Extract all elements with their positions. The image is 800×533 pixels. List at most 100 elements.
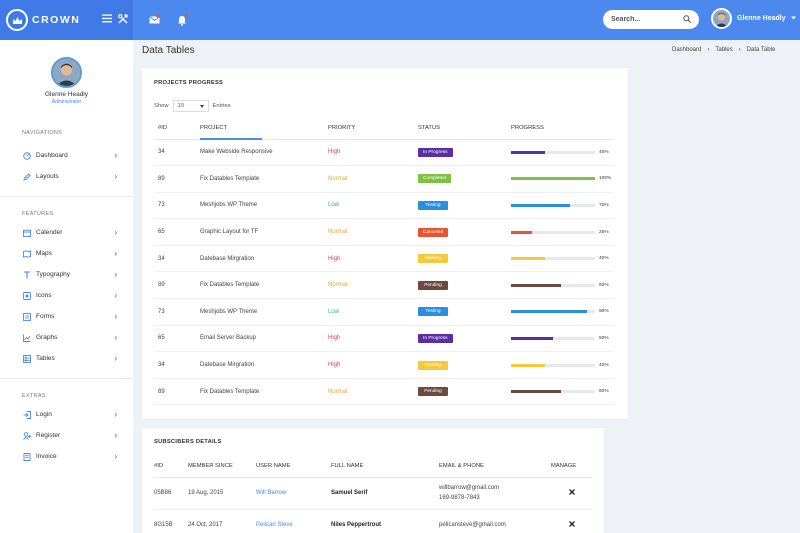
email[interactable]: pelicansteve@gmail.com bbox=[439, 520, 551, 530]
chevron-right-icon: › bbox=[738, 47, 741, 53]
notifications-bell-icon[interactable] bbox=[175, 13, 189, 27]
status-badge: Pending bbox=[418, 280, 448, 290]
chevron-down-icon[interactable] bbox=[790, 15, 796, 22]
sidebar-item-layouts[interactable]: Layouts › bbox=[0, 166, 133, 187]
progress-bar bbox=[511, 336, 595, 340]
table-icon bbox=[22, 354, 31, 363]
icons-icon bbox=[22, 291, 31, 300]
table-row[interactable]: 34 Datebase Mirgration High Waiting 40% bbox=[154, 351, 614, 379]
col-progress[interactable]: PROGRESS bbox=[511, 118, 614, 140]
entries-select[interactable]: 10 bbox=[172, 100, 209, 112]
chevron-right-icon: › bbox=[114, 452, 117, 461]
status-badge: Testing bbox=[418, 307, 448, 317]
table-row[interactable]: 34 Datebase Mirgration High Waiting 40% bbox=[154, 245, 614, 273]
chevron-right-icon: › bbox=[114, 270, 117, 279]
pencil-icon bbox=[22, 172, 31, 181]
cell-status: Canceled bbox=[418, 218, 511, 246]
col-full-name[interactable]: FULL NAME bbox=[331, 456, 439, 478]
cell-member-since: 24 Oct, 2017 bbox=[188, 509, 256, 533]
col-id[interactable]: #ID bbox=[154, 118, 200, 140]
sidebar-item-label: Register bbox=[36, 432, 61, 439]
top-bar: CROWN Glenne Hea bbox=[0, 0, 800, 40]
col-user-name[interactable]: USER NAME bbox=[256, 456, 331, 478]
chevron-right-icon: › bbox=[114, 354, 117, 363]
cell-manage bbox=[551, 477, 592, 510]
table-row[interactable]: 89 Fix Datables Template Normal Completed 10… bbox=[154, 165, 614, 193]
avatar[interactable] bbox=[711, 8, 732, 29]
sidebar-item-label: Login bbox=[36, 411, 52, 418]
cell-project: Fix Datables Template bbox=[200, 165, 328, 193]
cell-user-name[interactable]: Pelican Steve bbox=[256, 509, 331, 533]
table-row[interactable]: 8G15B 24 Oct, 2017 Pelican Steve Niles Pepp… bbox=[154, 509, 592, 533]
sidebar-item-dashboard[interactable]: Dashboard › bbox=[0, 145, 133, 166]
avatar[interactable] bbox=[51, 57, 82, 88]
progress-bar bbox=[511, 390, 595, 394]
table-row[interactable]: 89 Fix Datables Template Normal Pending 60% bbox=[154, 271, 614, 300]
col-project[interactable]: PROJECT bbox=[200, 118, 328, 140]
sidebar-item-tables[interactable]: Tables › bbox=[0, 348, 133, 369]
table-row[interactable]: 05B86 19 Aug, 2015 Will Barrow Samuel Serif… bbox=[154, 477, 592, 510]
cell-project: Graphic Layout for TF bbox=[200, 218, 328, 246]
sidebar-item-login[interactable]: Login › bbox=[0, 404, 133, 425]
cell-user-name[interactable]: Will Barrow bbox=[256, 477, 331, 510]
card-title: PROJECTS PROGRESS bbox=[154, 80, 224, 86]
cell-progress: 25% bbox=[511, 218, 614, 246]
progress-bar bbox=[511, 177, 595, 181]
cell-full-name: Niles Peppertrout bbox=[331, 509, 439, 533]
sidebar-item-forms[interactable]: Forms › bbox=[0, 306, 133, 327]
hamburger-menu-icon[interactable] bbox=[102, 14, 113, 26]
progress-value: 70% bbox=[599, 202, 609, 208]
user-name[interactable]: Glenne Headly bbox=[737, 15, 786, 22]
sidebar-item-calender[interactable]: Calender › bbox=[0, 222, 133, 243]
table-row[interactable]: 89 Fix Datables Template Normal Pending 60% bbox=[154, 378, 614, 406]
progress-bar-fill bbox=[511, 283, 562, 287]
breadcrumb-item-dashboard[interactable]: Dashboard bbox=[672, 47, 701, 53]
top-nav: Glenne Headly bbox=[133, 0, 800, 40]
table-row[interactable]: 73 Meshjobs WP Theme Low Testing 70% bbox=[154, 192, 614, 220]
sidebar-item-maps[interactable]: Maps › bbox=[0, 243, 133, 264]
brand-name[interactable]: CROWN bbox=[32, 14, 80, 26]
cell-email-phone: willbarrow@gmail.com 169-9878-7843 bbox=[439, 477, 551, 510]
sidebar-item-label: Typography bbox=[36, 271, 70, 278]
table-row[interactable]: 65 Email Server Backup High In Progress 50% bbox=[154, 325, 614, 353]
cell-status: Testing bbox=[418, 192, 511, 220]
sidebar-item-label: Dashboard bbox=[36, 152, 68, 159]
messages-icon[interactable] bbox=[147, 13, 161, 27]
table-row[interactable]: 73 Meshjobs WP Theme Low Testing 90% bbox=[154, 298, 614, 326]
col-manage[interactable]: MANAGE bbox=[551, 456, 592, 478]
col-id[interactable]: #ID bbox=[154, 456, 188, 478]
email[interactable]: willbarrow@gmail.com bbox=[439, 483, 551, 493]
cell-progress: 40% bbox=[511, 351, 614, 379]
col-email-phone[interactable]: EMAIL & PHONE bbox=[439, 456, 551, 478]
delete-icon[interactable] bbox=[568, 489, 575, 497]
tools-icon[interactable] bbox=[118, 14, 128, 26]
cell-id: 89 bbox=[154, 271, 200, 300]
col-status[interactable]: STATUS bbox=[418, 118, 511, 140]
login-icon bbox=[22, 410, 31, 419]
entries-selector: Show 10 Entries bbox=[154, 100, 231, 112]
table-row[interactable]: 65 Graphic Layout for TF Normal Canceled 25% bbox=[154, 218, 614, 246]
progress-bar-fill bbox=[511, 230, 532, 234]
col-priority[interactable]: PRIORITY bbox=[328, 118, 418, 140]
sidebar-item-typography[interactable]: Typography › bbox=[0, 264, 133, 285]
phone: 169-9878-7843 bbox=[439, 495, 480, 501]
search-icon[interactable] bbox=[683, 14, 691, 25]
progress-bar-fill bbox=[511, 390, 562, 394]
brand: CROWN bbox=[0, 0, 133, 40]
delete-icon[interactable] bbox=[568, 521, 575, 529]
user-menu[interactable]: Glenne Headly bbox=[711, 8, 796, 29]
col-member-since[interactable]: MEMBER SINCE bbox=[188, 456, 256, 478]
progress-bar-fill bbox=[511, 257, 545, 261]
cell-id: 34 bbox=[154, 245, 200, 273]
sidebar-item-icons[interactable]: Icons › bbox=[0, 285, 133, 306]
breadcrumb-item-tables[interactable]: Tables bbox=[715, 47, 732, 53]
search-input[interactable] bbox=[611, 16, 675, 23]
status-badge: In Progress bbox=[418, 333, 453, 343]
table-row[interactable]: 34 Make Webside Responsive High In Progress… bbox=[154, 139, 614, 167]
sidebar-item-register[interactable]: Register › bbox=[0, 425, 133, 446]
cell-id: 73 bbox=[154, 192, 200, 220]
crown-logo-icon[interactable] bbox=[6, 9, 28, 31]
sidebar-item-graphs[interactable]: Graphs › bbox=[0, 327, 133, 348]
invoice-icon bbox=[22, 452, 31, 461]
sidebar-item-invoice[interactable]: Invoice › bbox=[0, 446, 133, 467]
